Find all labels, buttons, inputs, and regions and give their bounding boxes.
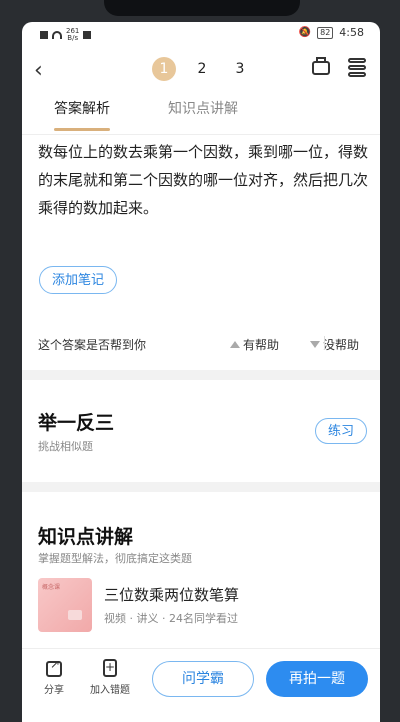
share-icon [46,657,62,677]
thumb-down-icon [310,341,320,348]
practice-subtitle: 挑战相似题 [38,440,93,453]
status-bar: 261 B/s 🔕 82 4:58 [22,22,380,46]
phone-frame: 261 B/s 🔕 82 4:58 ‹ 1 2 3 答案解析 知识点讲解 数每位… [0,0,400,722]
mute-bell-icon: 🔕 [298,27,312,38]
tab-answer-analysis[interactable]: 答案解析 [54,98,110,118]
add-wrong-icon: + [103,659,117,677]
printer-icon[interactable] [312,57,330,75]
thumbnail-tag: 概念课 [42,584,61,591]
not-helpful-button[interactable]: 没帮助 [310,336,359,353]
tab-bar: 答案解析 知识点讲解 [22,98,380,135]
knowledge-subtitle: 掌握题型解法，彻底搞定这类题 [38,552,192,565]
sim-icon [40,31,48,39]
wifi-icon [52,31,62,39]
clock: 4:58 [339,26,364,39]
notification-icon [83,31,92,39]
add-wrong-button[interactable]: + 加入错题 [90,659,130,696]
page-selector: 1 2 3 [152,57,252,81]
app-header: ‹ 1 2 3 [22,54,380,90]
stack-icon[interactable] [348,58,366,78]
section-gap [22,482,380,492]
feedback-divider [324,336,325,350]
app-screen: 261 B/s 🔕 82 4:58 ‹ 1 2 3 答案解析 知识点讲解 数每位… [22,22,380,722]
video-title[interactable]: 三位数乘两位数笔算 [104,584,239,605]
video-thumbnail[interactable]: 概念课 [38,578,92,632]
practice-title: 举一反三 [38,412,115,434]
page-3-button[interactable]: 3 [228,57,252,81]
back-icon[interactable]: ‹ [34,58,43,84]
add-note-button[interactable]: 添加笔记 [39,266,117,294]
answer-text: 数每位上的数去乘第一个因数，乘到哪一位，得数的末尾就和第二个因数的哪一位对齐，然… [38,143,369,217]
play-icon [68,610,82,620]
phone-notch [104,0,300,16]
bottom-bar: 分享 + 加入错题 问学霸 再拍一题 [22,648,380,722]
thumb-up-icon [230,341,240,348]
practice-button[interactable]: 练习 [315,418,367,444]
page-1-button[interactable]: 1 [152,57,176,81]
video-meta: 视频 · 讲义 · 24名同学看过 [104,612,238,625]
battery-icon: 82 [317,26,334,39]
knowledge-title: 知识点讲解 [38,526,134,548]
share-button[interactable]: 分享 [44,657,64,696]
network-speed: 261 B/s [66,27,80,42]
helpful-button[interactable]: 有帮助 [230,336,279,353]
feedback-question: 这个答案是否帮到你 [38,338,147,352]
retake-photo-button[interactable]: 再拍一题 [266,661,368,697]
ask-expert-button[interactable]: 问学霸 [152,661,254,697]
feedback-row: 这个答案是否帮到你 有帮助 没帮助 [38,334,368,354]
section-gap [22,370,380,380]
tab-indicator [54,128,110,131]
tab-knowledge[interactable]: 知识点讲解 [168,98,238,118]
page-2-button[interactable]: 2 [190,57,214,81]
